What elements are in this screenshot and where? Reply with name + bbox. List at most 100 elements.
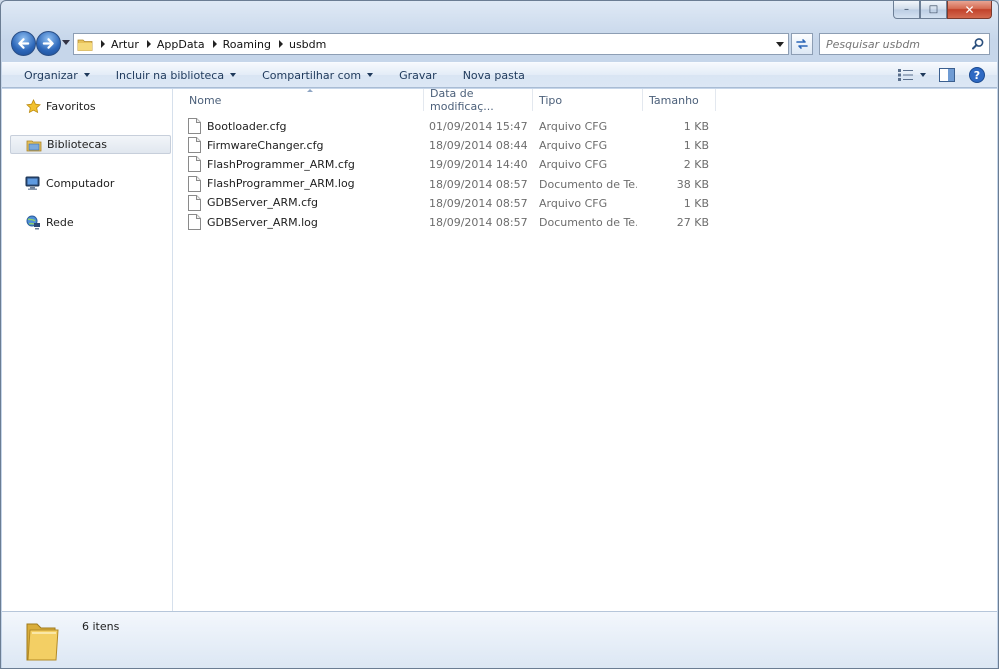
forward-button[interactable]	[36, 31, 61, 56]
refresh-button[interactable]	[791, 33, 813, 55]
arrow-left-icon	[18, 38, 30, 49]
help-icon: ?	[969, 67, 985, 83]
file-type: Documento de Te...	[539, 216, 637, 229]
burn-button[interactable]: Gravar	[386, 63, 450, 87]
file-icon	[188, 194, 201, 211]
maximize-button[interactable]: □	[920, 1, 947, 19]
file-name: Bootloader.cfg	[207, 119, 287, 133]
breadcrumb-usbdm[interactable]: usbdm	[289, 38, 326, 51]
table-row[interactable]: FirmwareChanger.cfg 18/09/2014 08:44 Arqui…	[188, 136, 728, 155]
file-icon	[188, 156, 201, 173]
libraries-icon	[26, 137, 42, 153]
network-icon	[25, 215, 41, 231]
column-header-name[interactable]: Nome	[183, 89, 424, 111]
sidebar-item-libraries[interactable]: Bibliotecas	[10, 135, 171, 154]
file-size: 2 KB	[683, 158, 709, 172]
file-icon	[188, 175, 201, 192]
column-header-date[interactable]: Data de modificaç...	[424, 87, 533, 113]
sidebar-item-network[interactable]: Rede	[10, 213, 171, 232]
chevron-down-icon	[920, 73, 926, 77]
preview-pane-button[interactable]	[935, 65, 959, 85]
breadcrumb-separator-icon[interactable]	[212, 40, 217, 48]
main-content: Favoritos Bibliotecas Computador Rede No…	[2, 87, 997, 611]
file-list: Nome Data de modificaç... Tipo Tamanho B…	[174, 87, 997, 611]
file-date: 18/09/2014 08:57	[429, 177, 528, 191]
file-date: 19/09/2014 14:40	[429, 158, 528, 172]
sidebar-item-favorites[interactable]: Favoritos	[10, 97, 171, 116]
file-name: FlashProgrammer_ARM.log	[207, 177, 355, 191]
recent-pages-dropdown[interactable]	[62, 40, 70, 45]
breadcrumb-separator-icon[interactable]	[146, 40, 151, 48]
table-row[interactable]: GDBServer_ARM.log 18/09/2014 08:57 Documen…	[188, 213, 728, 232]
new-folder-label: Nova pasta	[462, 68, 525, 82]
file-type: Arquivo CFG	[539, 196, 608, 210]
file-icon	[188, 214, 201, 230]
star-icon	[25, 99, 41, 115]
breadcrumb-roaming[interactable]: Roaming	[223, 38, 271, 51]
file-name: GDBServer_ARM.log	[207, 215, 318, 229]
column-header-size[interactable]: Tamanho	[643, 89, 716, 111]
search-icon[interactable]	[971, 37, 985, 51]
help-button[interactable]: ?	[965, 65, 989, 85]
sidebar-item-label: Computador	[46, 177, 115, 190]
file-name-cell[interactable]: FirmwareChanger.cfg	[188, 137, 323, 154]
file-name-cell[interactable]: Bootloader.cfg	[188, 118, 287, 134]
folder-icon	[26, 623, 59, 661]
caption-buttons: – □ ✕	[893, 1, 992, 19]
breadcrumb-separator-icon[interactable]	[278, 40, 283, 48]
chevron-down-icon	[83, 73, 90, 77]
table-row[interactable]: Bootloader.cfg 01/09/2014 15:47 Arquivo CF…	[188, 117, 728, 136]
arrow-right-icon	[42, 38, 54, 49]
column-header-type[interactable]: Tipo	[533, 89, 643, 111]
navigation-bar: Artur AppData Roaming usbdm	[9, 31, 990, 57]
command-toolbar: Organizar Incluir na biblioteca Comparti…	[2, 62, 997, 88]
file-type: Documento de Te...	[539, 177, 637, 191]
include-library-menu-button[interactable]: Incluir na biblioteca	[103, 63, 249, 87]
new-folder-button[interactable]: Nova pasta	[450, 63, 538, 87]
table-row[interactable]: GDBServer_ARM.cfg 18/09/2014 08:57 Arquivo…	[188, 194, 728, 213]
chevron-down-icon	[230, 73, 237, 77]
organize-menu-button[interactable]: Organizar	[2, 63, 103, 87]
breadcrumb-separator-icon[interactable]	[101, 40, 105, 48]
view-controls: ?	[895, 65, 989, 85]
file-name-cell[interactable]: FlashProgrammer_ARM.cfg	[188, 156, 355, 173]
address-bar[interactable]: Artur AppData Roaming usbdm	[73, 33, 789, 55]
computer-icon	[25, 176, 41, 192]
include-library-label: Incluir na biblioteca	[115, 68, 225, 82]
file-type: Arquivo CFG	[539, 120, 608, 133]
breadcrumb-appdata[interactable]: AppData	[157, 38, 205, 51]
refresh-icon	[796, 39, 808, 49]
column-label: Tamanho	[649, 93, 699, 107]
file-name-cell[interactable]: GDBServer_ARM.cfg	[188, 194, 318, 211]
change-view-button[interactable]	[895, 65, 929, 85]
file-type: Arquivo CFG	[539, 158, 608, 172]
organize-label: Organizar	[24, 68, 78, 82]
back-button[interactable]	[11, 31, 36, 56]
address-history-dropdown[interactable]	[776, 42, 784, 47]
share-with-menu-button[interactable]: Compartilhar com	[249, 63, 386, 87]
svg-text:?: ?	[974, 69, 980, 82]
search-box[interactable]	[819, 33, 990, 55]
sidebar-item-computer[interactable]: Computador	[10, 174, 171, 193]
close-button[interactable]: ✕	[947, 1, 992, 19]
minimize-button[interactable]: –	[893, 1, 920, 19]
preview-pane-icon	[939, 68, 955, 82]
search-input[interactable]	[826, 37, 966, 51]
file-name-cell[interactable]: FlashProgrammer_ARM.log	[188, 175, 355, 192]
item-count: 6 itens	[82, 620, 120, 633]
file-name-cell[interactable]: GDBServer_ARM.log	[188, 214, 318, 230]
file-name: GDBServer_ARM.cfg	[207, 196, 318, 210]
view-list-icon	[898, 69, 913, 81]
file-icon	[188, 118, 201, 134]
sidebar-item-label: Favoritos	[46, 100, 96, 113]
table-row[interactable]: FlashProgrammer_ARM.cfg 19/09/2014 14:40 A…	[188, 155, 728, 174]
file-size: 1 KB	[683, 120, 709, 133]
file-size: 1 KB	[683, 196, 709, 210]
sidebar-item-label: Bibliotecas	[47, 138, 108, 151]
file-name: FlashProgrammer_ARM.cfg	[207, 157, 355, 171]
breadcrumb-artur[interactable]: Artur	[111, 38, 139, 51]
file-date: 18/09/2014 08:57	[429, 196, 528, 210]
table-row[interactable]: FlashProgrammer_ARM.log 18/09/2014 08:57 D…	[188, 175, 728, 194]
share-with-label: Compartilhar com	[262, 68, 362, 82]
chevron-down-icon	[367, 73, 374, 77]
